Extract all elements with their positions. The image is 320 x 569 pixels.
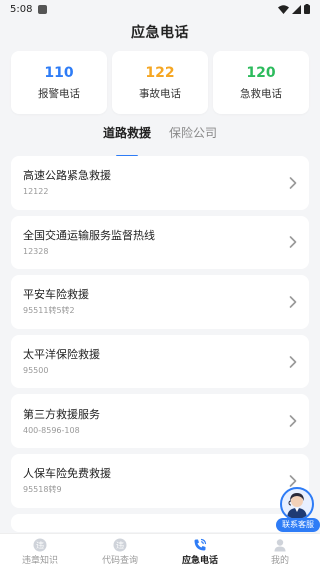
list-item[interactable]: 高速公路紧急救援 12122 — [11, 156, 309, 210]
nav-label: 我的 — [270, 555, 289, 566]
list-item[interactable]: 平安车险救援 95511转5转2 — [11, 275, 309, 329]
service-title: 全国交通运输服务监督热线 — [23, 228, 155, 242]
nav-item-violation[interactable]: 违 违章知识 — [0, 534, 80, 569]
phone-icon — [192, 538, 208, 552]
page-title: 应急电话 — [131, 25, 189, 41]
category-tabs: 道路救援 保险公司 — [0, 124, 320, 150]
service-title: 高速公路紧急救援 — [23, 169, 111, 183]
agent-avatar-icon — [280, 487, 314, 521]
hotline-number: 120 — [246, 65, 276, 81]
hotline-card-accident[interactable]: 122 事故电话 — [112, 51, 208, 114]
status-icons — [278, 4, 310, 14]
violation-icon: 违 — [32, 538, 48, 552]
nav-item-code-query[interactable]: 违 代码查询 — [80, 534, 160, 569]
list-item[interactable] — [11, 513, 309, 532]
hotline-card-police[interactable]: 110 报警电话 — [11, 51, 107, 114]
service-phone: 95500 — [23, 366, 49, 376]
chevron-right-icon — [289, 176, 297, 189]
rescue-service-list: 高速公路紧急救援 12122 全国交通运输服务监督热线 12328 平安车险救援… — [11, 156, 309, 532]
list-item[interactable]: 人保车险免费救援 95518转9 — [11, 453, 309, 508]
chevron-right-icon — [289, 236, 297, 249]
signal-icon — [292, 4, 301, 14]
nav-label: 违章知识 — [21, 555, 58, 566]
hotline-label: 事故电话 — [139, 88, 181, 100]
hotline-cards: 110 报警电话 122 事故电话 120 急救电话 — [11, 51, 309, 114]
nav-label: 应急电话 — [181, 555, 218, 566]
nav-item-profile[interactable]: 我的 — [240, 534, 320, 569]
wifi-icon — [278, 4, 289, 14]
chevron-right-icon — [289, 296, 297, 308]
hotline-label: 急救电话 — [240, 88, 282, 100]
tab-insurance[interactable]: 保险公司 — [169, 124, 217, 150]
code-query-icon: 违 — [112, 538, 128, 552]
service-phone: 95518转9 — [23, 485, 62, 495]
customer-service-label: 联系客服 — [276, 518, 320, 532]
svg-text:违: 违 — [116, 541, 124, 550]
customer-service-button[interactable]: 联系客服 — [276, 487, 320, 533]
chevron-right-icon — [289, 415, 297, 427]
tab-road-rescue[interactable]: 道路救援 — [103, 124, 151, 150]
profile-icon — [272, 538, 288, 552]
chevron-right-icon — [289, 355, 297, 368]
chevron-right-icon — [289, 474, 297, 487]
bottom-nav: 违 违章知识 违 代码查询 应急电话 我的 — [0, 533, 320, 569]
hotline-number: 122 — [145, 65, 175, 81]
service-phone: 12328 — [23, 246, 49, 256]
service-phone: 400-8596-108 — [23, 425, 80, 435]
list-item[interactable]: 太平洋保险救援 95500 — [11, 334, 309, 389]
service-title: 人保车险免费救援 — [23, 467, 111, 481]
service-title: 平安车险救援 — [23, 288, 89, 302]
hotline-card-ambulance[interactable]: 120 急救电话 — [213, 51, 309, 114]
hotline-label: 报警电话 — [38, 88, 80, 100]
service-title: 太平洋保险救援 — [23, 348, 100, 362]
nav-item-emergency[interactable]: 应急电话 — [160, 534, 240, 569]
service-title: 第三方救援服务 — [23, 407, 100, 421]
list-item[interactable]: 全国交通运输服务监督热线 12328 — [11, 215, 309, 270]
nav-label: 代码查询 — [101, 555, 138, 566]
service-phone: 95511转5转2 — [23, 306, 75, 316]
notification-icon — [38, 4, 48, 14]
hotline-number: 110 — [44, 65, 74, 81]
list-item[interactable]: 第三方救援服务 400-8596-108 — [11, 394, 309, 448]
service-phone: 12122 — [23, 187, 49, 197]
svg-text:违: 违 — [36, 541, 44, 550]
status-bar: 5:08 — [0, 0, 320, 18]
battery-icon — [304, 4, 310, 14]
status-time: 5:08 — [10, 3, 33, 15]
